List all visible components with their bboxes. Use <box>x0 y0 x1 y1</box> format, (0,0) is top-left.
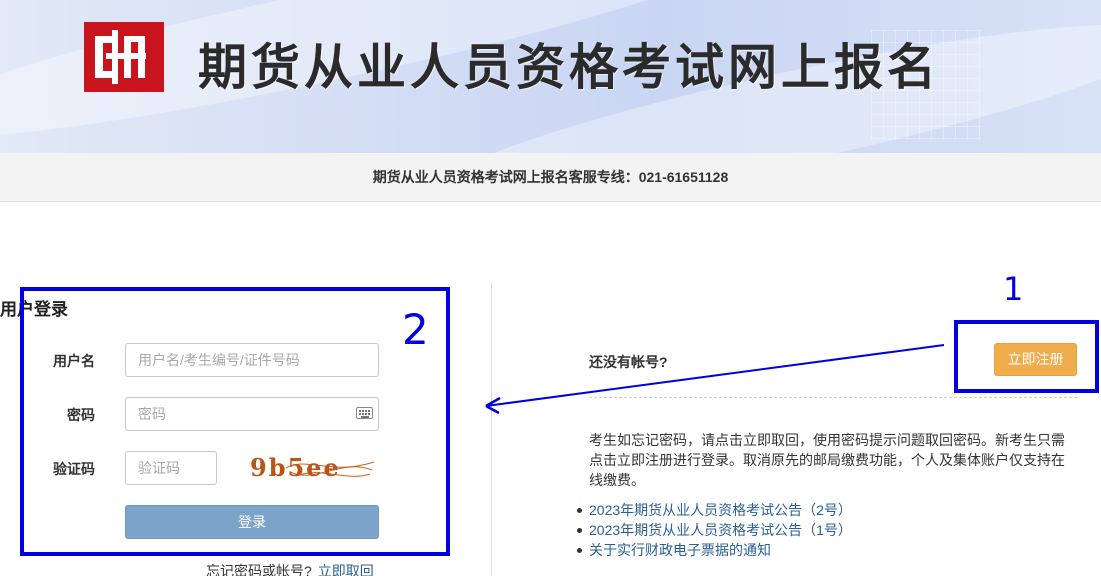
service-hotline: 期货从业人员资格考试网上报名客服专线：021-61651128 <box>0 153 1101 202</box>
cfa-logo <box>84 22 164 92</box>
announcement-link[interactable]: 关于实行财政电子票据的通知 <box>576 540 852 560</box>
announcement-link[interactable]: 2023年期货从业人员资格考试公告（2号） <box>576 500 852 520</box>
no-account-text: 还没有帐号? <box>589 354 668 370</box>
annotation-label-1: 1 <box>1003 270 1023 308</box>
login-button[interactable]: 登录 <box>125 505 379 539</box>
announcement-link[interactable]: 2023年期货从业人员资格考试公告（1号） <box>576 520 852 540</box>
login-title: 用户登录 <box>0 300 68 319</box>
dashed-divider <box>589 397 1077 398</box>
announcement-list: 2023年期货从业人员资格考试公告（2号） 2023年期货从业人员资格考试公告（… <box>576 500 852 560</box>
notice-text: 考生如忘记密码，请点击立即取回，使用密码提示问题取回密码。新考生只需点击立即注册… <box>589 432 1065 488</box>
captcha-label: 验证码 <box>53 461 95 477</box>
forgot-row: 忘记密码或帐号? 立即取回 <box>206 561 374 576</box>
retrieve-link[interactable]: 立即取回 <box>318 563 374 576</box>
password-label: 密码 <box>67 407 95 423</box>
keyboard-icon[interactable] <box>356 407 373 419</box>
captcha-image[interactable]: 9b5ee <box>246 448 378 488</box>
username-label: 用户名 <box>53 353 95 369</box>
site-title: 期货从业人员资格考试网上报名 <box>198 39 941 96</box>
annotation-label-2: 2 <box>402 305 429 354</box>
captcha-text: 9b5ee <box>250 453 341 482</box>
register-button[interactable]: 立即注册 <box>994 343 1077 376</box>
header-banner: 期货从业人员资格考试网上报名 <box>0 0 1101 153</box>
captcha-input[interactable] <box>125 451 217 485</box>
password-input[interactable] <box>125 397 379 431</box>
panel-divider <box>491 283 492 576</box>
username-input[interactable] <box>125 343 379 377</box>
arrow-head-icon <box>485 396 501 415</box>
forgot-text: 忘记密码或帐号? <box>206 563 312 576</box>
